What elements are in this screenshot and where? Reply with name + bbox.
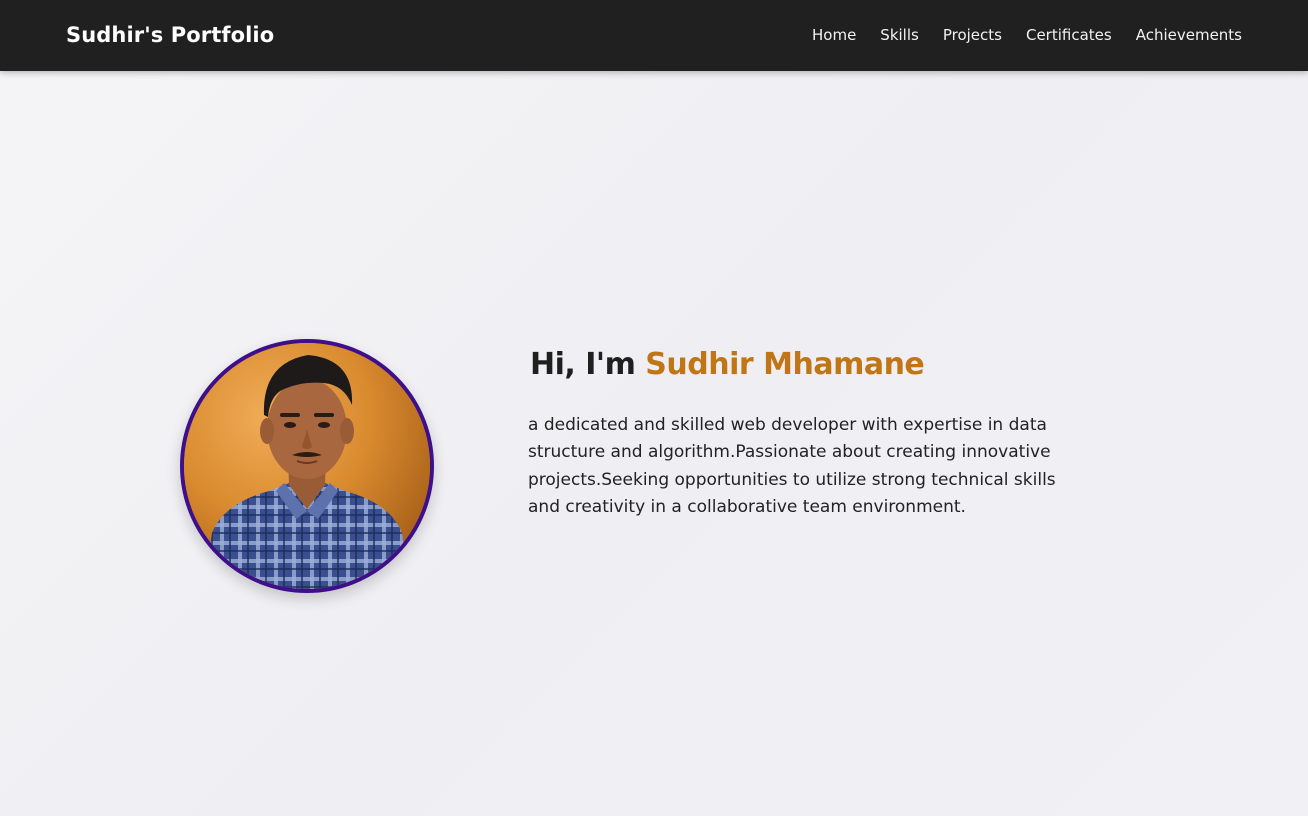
top-navbar: Sudhir's Portfolio Home Skills Projects … <box>0 0 1308 71</box>
hero-greeting: Hi, I'm <box>530 347 636 382</box>
nav-link-achievements[interactable]: Achievements <box>1136 24 1242 46</box>
hero-heading: Hi, I'm Sudhir Mhamane <box>530 345 925 385</box>
nav-link-certificates[interactable]: Certificates <box>1026 24 1112 46</box>
hero-section: Hi, I'm Sudhir Mhamane a dedicated and s… <box>0 71 1308 816</box>
nav-links: Home Skills Projects Certificates Achiev… <box>788 24 1242 46</box>
nav-link-skills[interactable]: Skills <box>880 24 919 46</box>
profile-photo <box>180 339 434 593</box>
nav-link-projects[interactable]: Projects <box>943 24 1002 46</box>
nav-link-home[interactable]: Home <box>812 24 856 46</box>
hero-name: Sudhir Mhamane <box>645 347 925 382</box>
brand-logo-text[interactable]: Sudhir's Portfolio <box>66 21 274 49</box>
profile-photo-illustration <box>184 343 430 589</box>
hero-description: a dedicated and skilled web developer wi… <box>528 415 1056 517</box>
